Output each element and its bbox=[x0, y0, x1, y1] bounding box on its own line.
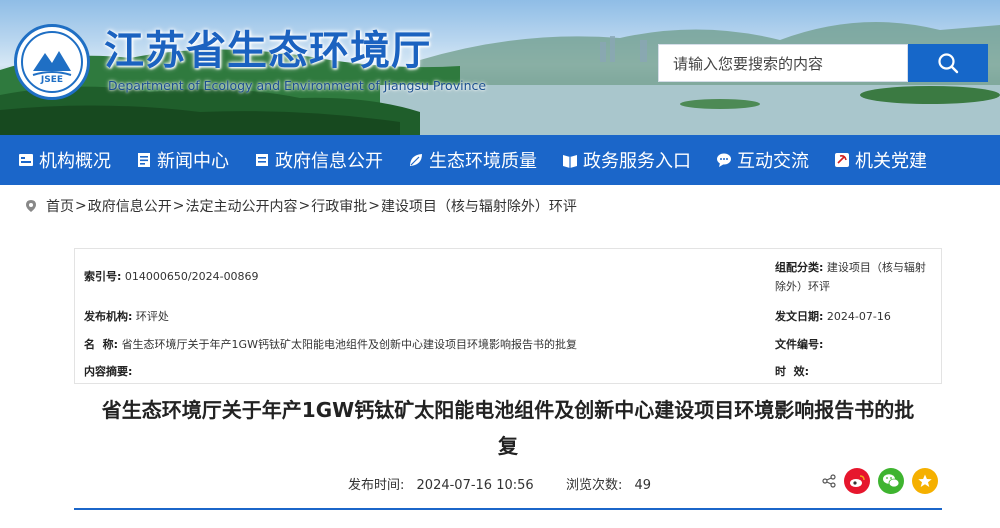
search-placeholder: 请输入您要搜索的内容 bbox=[673, 54, 824, 73]
header-banner: JSEE 江苏省生态环境厅 Department of Ecology and … bbox=[0, 0, 1000, 135]
weibo-icon bbox=[850, 475, 865, 487]
nav-label-org: 机构概况 bbox=[39, 151, 111, 172]
info-index: 索引号: 014000650/2024-00869 bbox=[84, 268, 259, 284]
wechat-icon bbox=[883, 474, 900, 488]
nav-item-party[interactable]: 机关党建 bbox=[834, 147, 927, 173]
leaf-icon bbox=[408, 152, 424, 168]
nav-label-info-open: 政府信息公开 bbox=[275, 151, 383, 172]
document-info-table: 索引号: 014000650/2024-00869 组配分类: 建设项目（核与辐… bbox=[74, 248, 942, 384]
location-icon bbox=[26, 200, 36, 212]
info-index-value: 014000650/2024-00869 bbox=[124, 270, 259, 283]
search-button[interactable] bbox=[908, 44, 988, 82]
favorite-button[interactable] bbox=[912, 468, 938, 494]
nav-label-interact: 互动交流 bbox=[737, 151, 809, 172]
site-logo[interactable]: JSEE bbox=[14, 24, 90, 100]
view-count-label: 浏览次数: bbox=[566, 478, 623, 493]
info-validity: 时 效: bbox=[775, 363, 809, 379]
nav-item-info-open[interactable]: 政府信息公开 bbox=[254, 147, 383, 173]
nav-label-ecology: 生态环境质量 bbox=[429, 151, 537, 172]
share-bar bbox=[822, 468, 938, 494]
info-name-label: 名 称: bbox=[84, 338, 119, 351]
wechat-share-button[interactable] bbox=[878, 468, 904, 494]
nav-label-party: 机关党建 bbox=[855, 151, 927, 172]
info-index-label: 索引号: bbox=[84, 270, 122, 283]
breadcrumb-separator: > bbox=[172, 198, 185, 214]
nav-label-news: 新闻中心 bbox=[157, 151, 229, 172]
info-docno: 文件编号: bbox=[775, 336, 823, 352]
info-date-value: 2024-07-16 bbox=[826, 310, 891, 323]
info-publisher-value: 环评处 bbox=[135, 310, 169, 323]
info-name-value: 省生态环境厅关于年产1GW钙钛矿太阳能电池组件及创新中心建设项目环境影响报告书的… bbox=[121, 338, 577, 351]
info-validity-label: 时 效: bbox=[775, 365, 810, 378]
info-name: 名 称: 省生态环境厅关于年产1GW钙钛矿太阳能电池组件及创新中心建设项目环境影… bbox=[84, 336, 577, 352]
nav-item-org[interactable]: 机构概况 bbox=[18, 147, 111, 173]
publish-time-label: 发布时间: bbox=[348, 478, 405, 493]
logo-emblem: JSEE bbox=[21, 31, 83, 93]
article-title-line-1: 省生态环境厅关于年产1GW钙钛矿太阳能电池组件及创新中心建设项目环境影响报告书的… bbox=[101, 398, 915, 422]
breadcrumb-separator: > bbox=[298, 198, 311, 214]
share-icon[interactable] bbox=[822, 474, 836, 488]
breadcrumb-approval[interactable]: 行政审批 bbox=[311, 196, 367, 216]
info-date-label: 发文日期: bbox=[775, 310, 824, 323]
publish-time: 发布时间: 2024-07-16 10:56 bbox=[348, 474, 534, 493]
breadcrumb-separator: > bbox=[75, 198, 87, 214]
nav-label-service: 政务服务入口 bbox=[583, 151, 691, 172]
site-title: 江苏省生态环境厅 bbox=[104, 28, 432, 74]
info-category-label: 组配分类: bbox=[775, 261, 824, 274]
article-title-line-2: 复 bbox=[498, 434, 518, 458]
nav-item-news[interactable]: 新闻中心 bbox=[136, 147, 229, 173]
logo-text: JSEE bbox=[40, 75, 64, 85]
info-category-value-1: 建设项目（核与辐射 bbox=[826, 261, 926, 274]
info-publisher: 发布机构: 环评处 bbox=[84, 308, 169, 324]
nav-item-interact[interactable]: 互动交流 bbox=[716, 147, 809, 173]
info-open-icon bbox=[254, 152, 270, 168]
search-input[interactable]: 请输入您要搜索的内容 bbox=[658, 44, 908, 82]
breadcrumb: 首页 > 政府信息公开 > 法定主动公开内容 > 行政审批 > 建设项目（核与辐… bbox=[24, 196, 577, 216]
site-subtitle: Department of Ecology and Environment of… bbox=[108, 78, 487, 93]
content-divider bbox=[74, 508, 942, 510]
nav-item-service[interactable]: 政务服务入口 bbox=[562, 147, 691, 173]
nav-item-ecology[interactable]: 生态环境质量 bbox=[408, 147, 537, 173]
breadcrumb-info-open[interactable]: 政府信息公开 bbox=[88, 196, 172, 216]
info-publisher-label: 发布机构: bbox=[84, 310, 133, 323]
info-docno-label: 文件编号: bbox=[775, 338, 824, 351]
info-summary-label: 内容摘要: bbox=[84, 365, 133, 378]
weibo-share-button[interactable] bbox=[844, 468, 870, 494]
service-icon bbox=[562, 152, 578, 168]
org-icon bbox=[18, 152, 34, 168]
breadcrumb-statutory[interactable]: 法定主动公开内容 bbox=[185, 196, 297, 216]
publish-time-value: 2024-07-16 10:56 bbox=[416, 478, 534, 493]
star-icon bbox=[918, 474, 932, 487]
breadcrumb-separator: > bbox=[368, 198, 380, 214]
info-category: 组配分类: 建设项目（核与辐射 除外）环评 bbox=[775, 258, 926, 296]
info-date: 发文日期: 2024-07-16 bbox=[775, 308, 891, 324]
breadcrumb-home[interactable]: 首页 bbox=[46, 196, 74, 216]
search-icon bbox=[938, 53, 959, 74]
view-count: 浏览次数: 49 bbox=[566, 474, 651, 493]
info-summary: 内容摘要: bbox=[84, 363, 132, 379]
chat-icon bbox=[716, 152, 732, 168]
view-count-value: 49 bbox=[634, 478, 652, 493]
article-title: 省生态环境厅关于年产1GW钙钛矿太阳能电池组件及创新中心建设项目环境影响报告书的… bbox=[70, 392, 946, 464]
main-nav: 机构概况 新闻中心 政府信息公开 生态环境质量 政务服务入口 互动交流 机关党建 bbox=[0, 135, 1000, 185]
info-category-value-2: 除外）环评 bbox=[775, 280, 830, 293]
news-icon bbox=[136, 152, 152, 168]
breadcrumb-current[interactable]: 建设项目（核与辐射除外）环评 bbox=[381, 196, 577, 216]
party-icon bbox=[834, 152, 850, 168]
